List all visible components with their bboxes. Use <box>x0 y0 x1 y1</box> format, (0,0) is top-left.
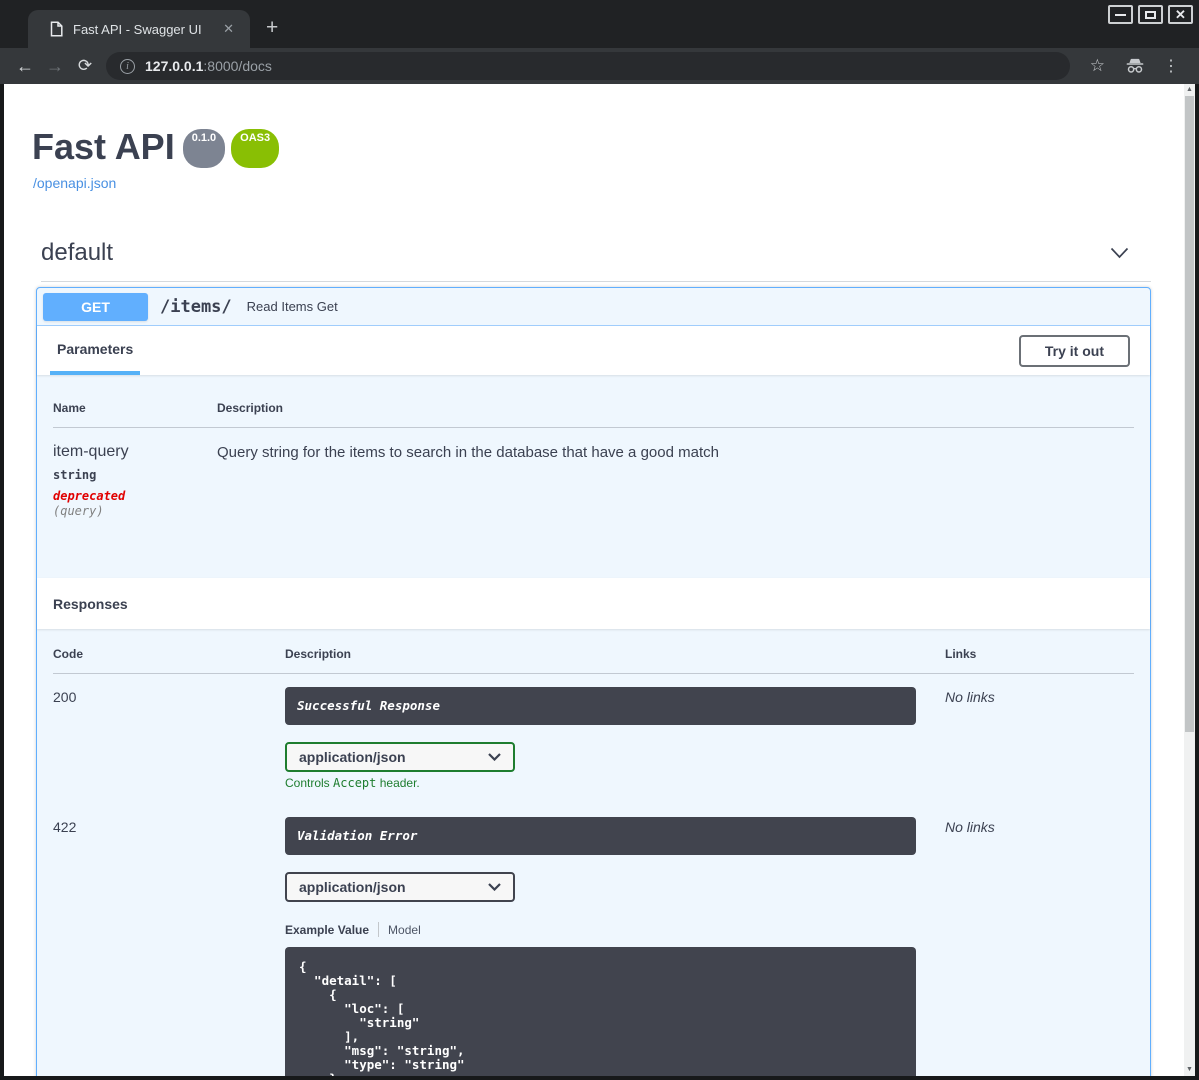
operation-summary[interactable]: GET /items/ Read Items Get <box>37 288 1150 326</box>
browser-tab[interactable]: Fast API - Swagger UI ✕ <box>28 10 250 48</box>
close-button[interactable]: ✕ <box>1168 5 1193 24</box>
operation-summary-text: Read Items Get <box>246 299 338 314</box>
scrollbar-thumb[interactable] <box>1185 96 1194 732</box>
api-badges: 0.1.0 OAS3 <box>182 129 285 168</box>
response-description-cell: Validation Error application/json Exampl… <box>285 817 945 1076</box>
responses-title: Responses <box>53 595 128 612</box>
maximize-button[interactable] <box>1138 5 1163 24</box>
response-message-box: Successful Response <box>285 687 916 725</box>
tab-model[interactable]: Model <box>388 923 421 937</box>
minimize-icon <box>1115 14 1126 16</box>
column-code: Code <box>53 647 83 661</box>
response-row-422: 422 Validation Error application/json Ex… <box>53 790 1134 1076</box>
responses-table-head: Code Description Links <box>53 647 1134 674</box>
parameter-type: string <box>53 468 97 482</box>
version-badge: 0.1.0 <box>182 129 226 168</box>
api-title: Fast API <box>32 126 175 167</box>
bookmark-star-icon[interactable]: ☆ <box>1080 56 1115 76</box>
scrollbar-down-icon[interactable]: ▼ <box>1184 1064 1195 1076</box>
response-message-box: Validation Error <box>285 817 916 855</box>
column-name: Name <box>53 401 86 415</box>
browser-menu-icon[interactable]: ⋮ <box>1155 56 1189 76</box>
page-scrollbar[interactable]: ▲ ▼ <box>1184 84 1195 1076</box>
url-path: :8000/docs <box>203 58 272 74</box>
url-host: 127.0.0.1 <box>145 58 204 74</box>
reload-button[interactable]: ⟳ <box>70 56 100 76</box>
select-chevron-icon <box>488 883 501 891</box>
scrollbar-up-icon[interactable]: ▲ <box>1184 84 1195 96</box>
tag-section-header[interactable]: default <box>41 239 1151 282</box>
example-json: { "detail": [ { "loc": [ "string" ], "ms… <box>299 959 465 1077</box>
parameter-name: item-query <box>53 443 129 460</box>
example-model-tabs: Example Value Model <box>285 922 945 937</box>
accept-header-note: Controls Accept header. <box>285 776 945 790</box>
parameters-table-head: Name Description <box>53 401 1134 428</box>
parameter-description: Query string for the items to search in … <box>217 444 719 461</box>
toolbar-actions: ☆ ⋮ <box>1080 56 1189 76</box>
url-text: 127.0.0.1:8000/docs <box>145 58 272 74</box>
parameters-table: Name Description item-query string depre… <box>37 375 1150 578</box>
column-description: Description <box>217 401 284 415</box>
openapi-spec-link[interactable]: /openapi.json <box>33 175 116 191</box>
column-links: Links <box>945 647 977 661</box>
close-icon: ✕ <box>1175 7 1186 22</box>
parameter-name-cell: item-query string deprecated (query) <box>53 443 217 578</box>
back-button[interactable]: ← <box>10 56 40 77</box>
responses-header: Responses <box>37 578 1150 629</box>
accept-note-suffix: header. <box>376 776 420 790</box>
media-type-select[interactable]: application/json <box>285 742 515 772</box>
select-chevron-icon <box>488 753 501 761</box>
browser-toolbar: ← → ⟳ i 127.0.0.1:8000/docs ☆ ⋮ <box>0 48 1199 84</box>
window-controls: ✕ <box>1103 5 1193 24</box>
browser-titlebar: Fast API - Swagger UI ✕ + ✕ <box>0 0 1199 48</box>
page-viewport: Fast API 0.1.0 OAS3 /openapi.json defaul… <box>4 84 1195 1076</box>
new-tab-button[interactable]: + <box>260 17 284 38</box>
response-links: No links <box>945 689 995 705</box>
tab-example-value[interactable]: Example Value <box>285 923 369 937</box>
oas3-badge: OAS3 <box>231 129 280 168</box>
forward-button[interactable]: → <box>40 56 70 77</box>
try-it-out-button[interactable]: Try it out <box>1018 334 1130 367</box>
response-row-200: 200 Successful Response application/json <box>53 674 1134 790</box>
media-type-value: application/json <box>299 879 406 895</box>
api-info-section: Fast API 0.1.0 OAS3 /openapi.json <box>4 84 1184 193</box>
tab-parameters[interactable]: Parameters <box>50 326 141 375</box>
example-code-block: { "detail": [ { "loc": [ "string" ], "ms… <box>285 947 916 1076</box>
parameters-header: Parameters Try it out <box>37 326 1150 375</box>
address-bar[interactable]: i 127.0.0.1:8000/docs <box>106 52 1070 80</box>
tag-name: default <box>41 239 114 266</box>
parameter-row: item-query string deprecated (query) Que… <box>53 428 1134 578</box>
site-info-icon[interactable]: i <box>120 58 135 74</box>
http-method-badge: GET <box>43 292 148 321</box>
incognito-icon <box>1115 58 1155 74</box>
parameter-location: (query) <box>53 504 104 518</box>
response-message: Validation Error <box>297 828 418 843</box>
response-links: No links <box>945 819 995 835</box>
tab-close-icon[interactable]: ✕ <box>217 19 240 39</box>
tab-title: Fast API - Swagger UI <box>73 21 202 37</box>
tab-separator <box>378 922 380 937</box>
parameters-tab-label: Parameters <box>57 340 134 357</box>
media-type-value: application/json <box>299 749 406 765</box>
accept-note-code: Accept <box>333 776 377 790</box>
response-description-cell: Successful Response application/json Con… <box>285 687 945 790</box>
accept-note-prefix: Controls <box>285 776 334 790</box>
operation-path: /items/ <box>160 296 232 317</box>
column-description: Description <box>285 647 352 661</box>
minimize-button[interactable] <box>1108 5 1133 24</box>
chevron-down-icon[interactable] <box>1110 247 1129 259</box>
operation-block: GET /items/ Read Items Get Parameters Tr… <box>36 287 1151 1076</box>
response-code: 422 <box>53 819 77 835</box>
page-favicon-icon <box>50 21 63 37</box>
parameter-deprecated-flag: deprecated <box>53 489 126 503</box>
swagger-page: Fast API 0.1.0 OAS3 /openapi.json defaul… <box>4 84 1184 1076</box>
maximize-icon <box>1145 10 1156 19</box>
media-type-select[interactable]: application/json <box>285 872 515 902</box>
responses-table: Code Description Links 200 Successful Re… <box>37 629 1150 1076</box>
response-code: 200 <box>53 689 77 705</box>
response-message: Successful Response <box>297 698 440 713</box>
